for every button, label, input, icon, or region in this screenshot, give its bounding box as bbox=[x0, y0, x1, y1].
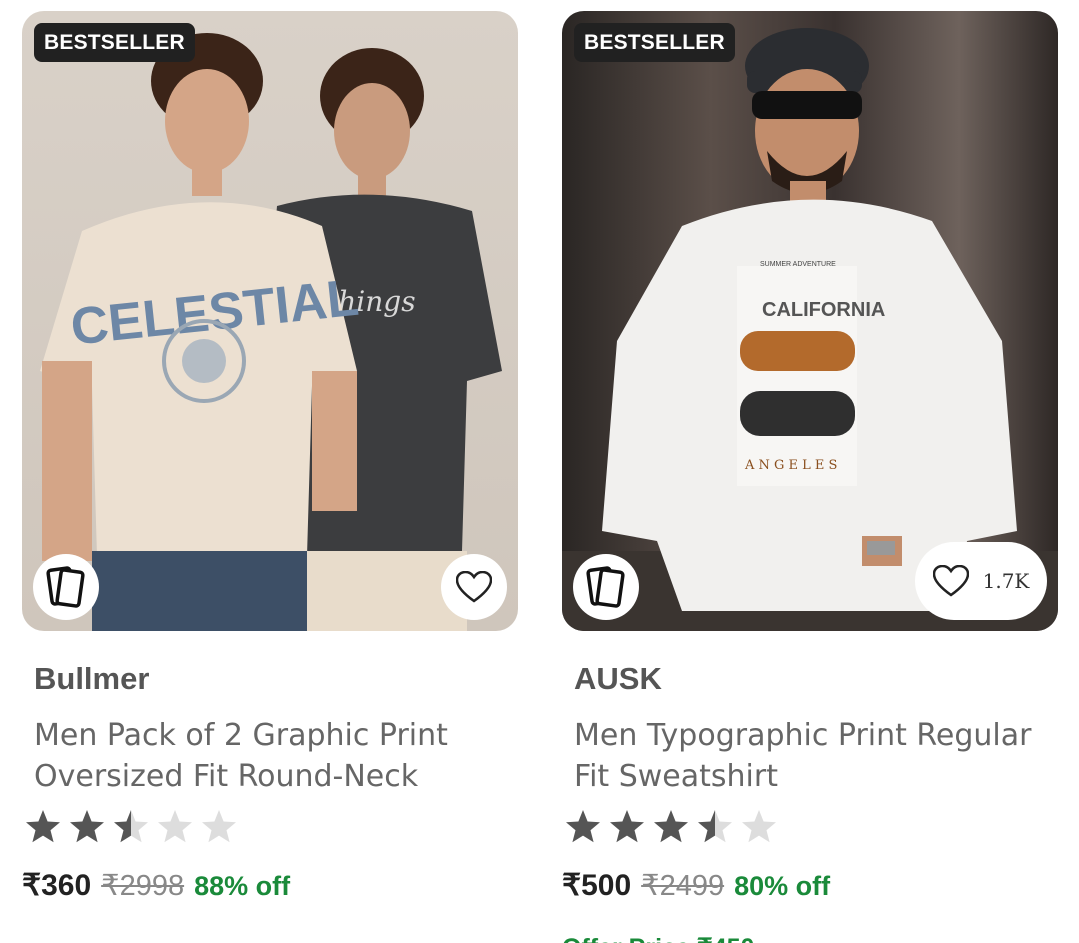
rating-stars bbox=[24, 808, 238, 846]
star-icon bbox=[26, 810, 60, 843]
product-title[interactable]: Men Pack of 2 Graphic Print Oversized Fi… bbox=[34, 715, 514, 797]
star-icon bbox=[202, 810, 236, 843]
product-title[interactable]: Men Typographic Print Regular Fit Sweats… bbox=[574, 715, 1054, 797]
product-card-ausk[interactable]: SUMMER ADVENTURE CALIFORNIA A N G E L E … bbox=[562, 11, 1058, 943]
selling-price: ₹360 bbox=[22, 869, 92, 902]
star-icon bbox=[70, 810, 104, 843]
star-icon bbox=[114, 810, 148, 843]
price-row: ₹500 ₹2499 80% off bbox=[562, 868, 830, 903]
original-price: ₹2499 bbox=[641, 870, 725, 902]
product-photo-illustration: things CELESTIAL bbox=[40, 33, 502, 631]
brand-name: Bullmer bbox=[34, 661, 150, 696]
star-icon bbox=[610, 810, 644, 843]
rating-stars bbox=[564, 808, 778, 846]
offer-price: Offer Price ₹450 bbox=[562, 933, 754, 943]
star-icon bbox=[566, 810, 600, 843]
price-row: ₹360 ₹2998 88% off bbox=[22, 868, 290, 903]
original-price: ₹2998 bbox=[101, 870, 185, 902]
star-icon bbox=[654, 810, 688, 843]
discount-label: 80% off bbox=[734, 871, 831, 901]
shirt-print-summer-adventure: SUMMER ADVENTURE bbox=[760, 261, 836, 268]
product-photo-illustration: SUMMER ADVENTURE CALIFORNIA A N G E L E … bbox=[562, 28, 1058, 631]
heart-icon bbox=[932, 565, 969, 597]
product-card-bullmer[interactable]: things CELESTIAL BESTSELLER Bullmer Men … bbox=[22, 11, 518, 902]
wishlist-button[interactable] bbox=[441, 554, 507, 620]
bestseller-badge: BESTSELLER bbox=[574, 23, 735, 62]
shirt-print-california: CALIFORNIA bbox=[762, 299, 885, 321]
star-icon bbox=[742, 810, 776, 843]
wishlist-button[interactable]: 1.7K bbox=[915, 542, 1047, 620]
shirt-print-angeles: A N G E L E S bbox=[744, 458, 837, 473]
similar-products-button[interactable] bbox=[573, 554, 639, 620]
star-icon bbox=[698, 810, 732, 843]
similar-products-button[interactable] bbox=[33, 554, 99, 620]
product-image[interactable]: SUMMER ADVENTURE CALIFORNIA A N G E L E … bbox=[562, 11, 1058, 631]
heart-icon bbox=[456, 571, 492, 603]
selling-price: ₹500 bbox=[562, 869, 632, 902]
product-image[interactable]: things CELESTIAL BESTSELLER bbox=[22, 11, 518, 631]
brand-name: AUSK bbox=[574, 661, 662, 696]
similar-products-icon bbox=[46, 566, 85, 608]
star-icon bbox=[158, 810, 192, 843]
wishlist-count: 1.7K bbox=[982, 569, 1030, 593]
similar-products-icon bbox=[586, 566, 625, 608]
bestseller-badge: BESTSELLER bbox=[34, 23, 195, 62]
discount-label: 88% off bbox=[194, 871, 291, 901]
